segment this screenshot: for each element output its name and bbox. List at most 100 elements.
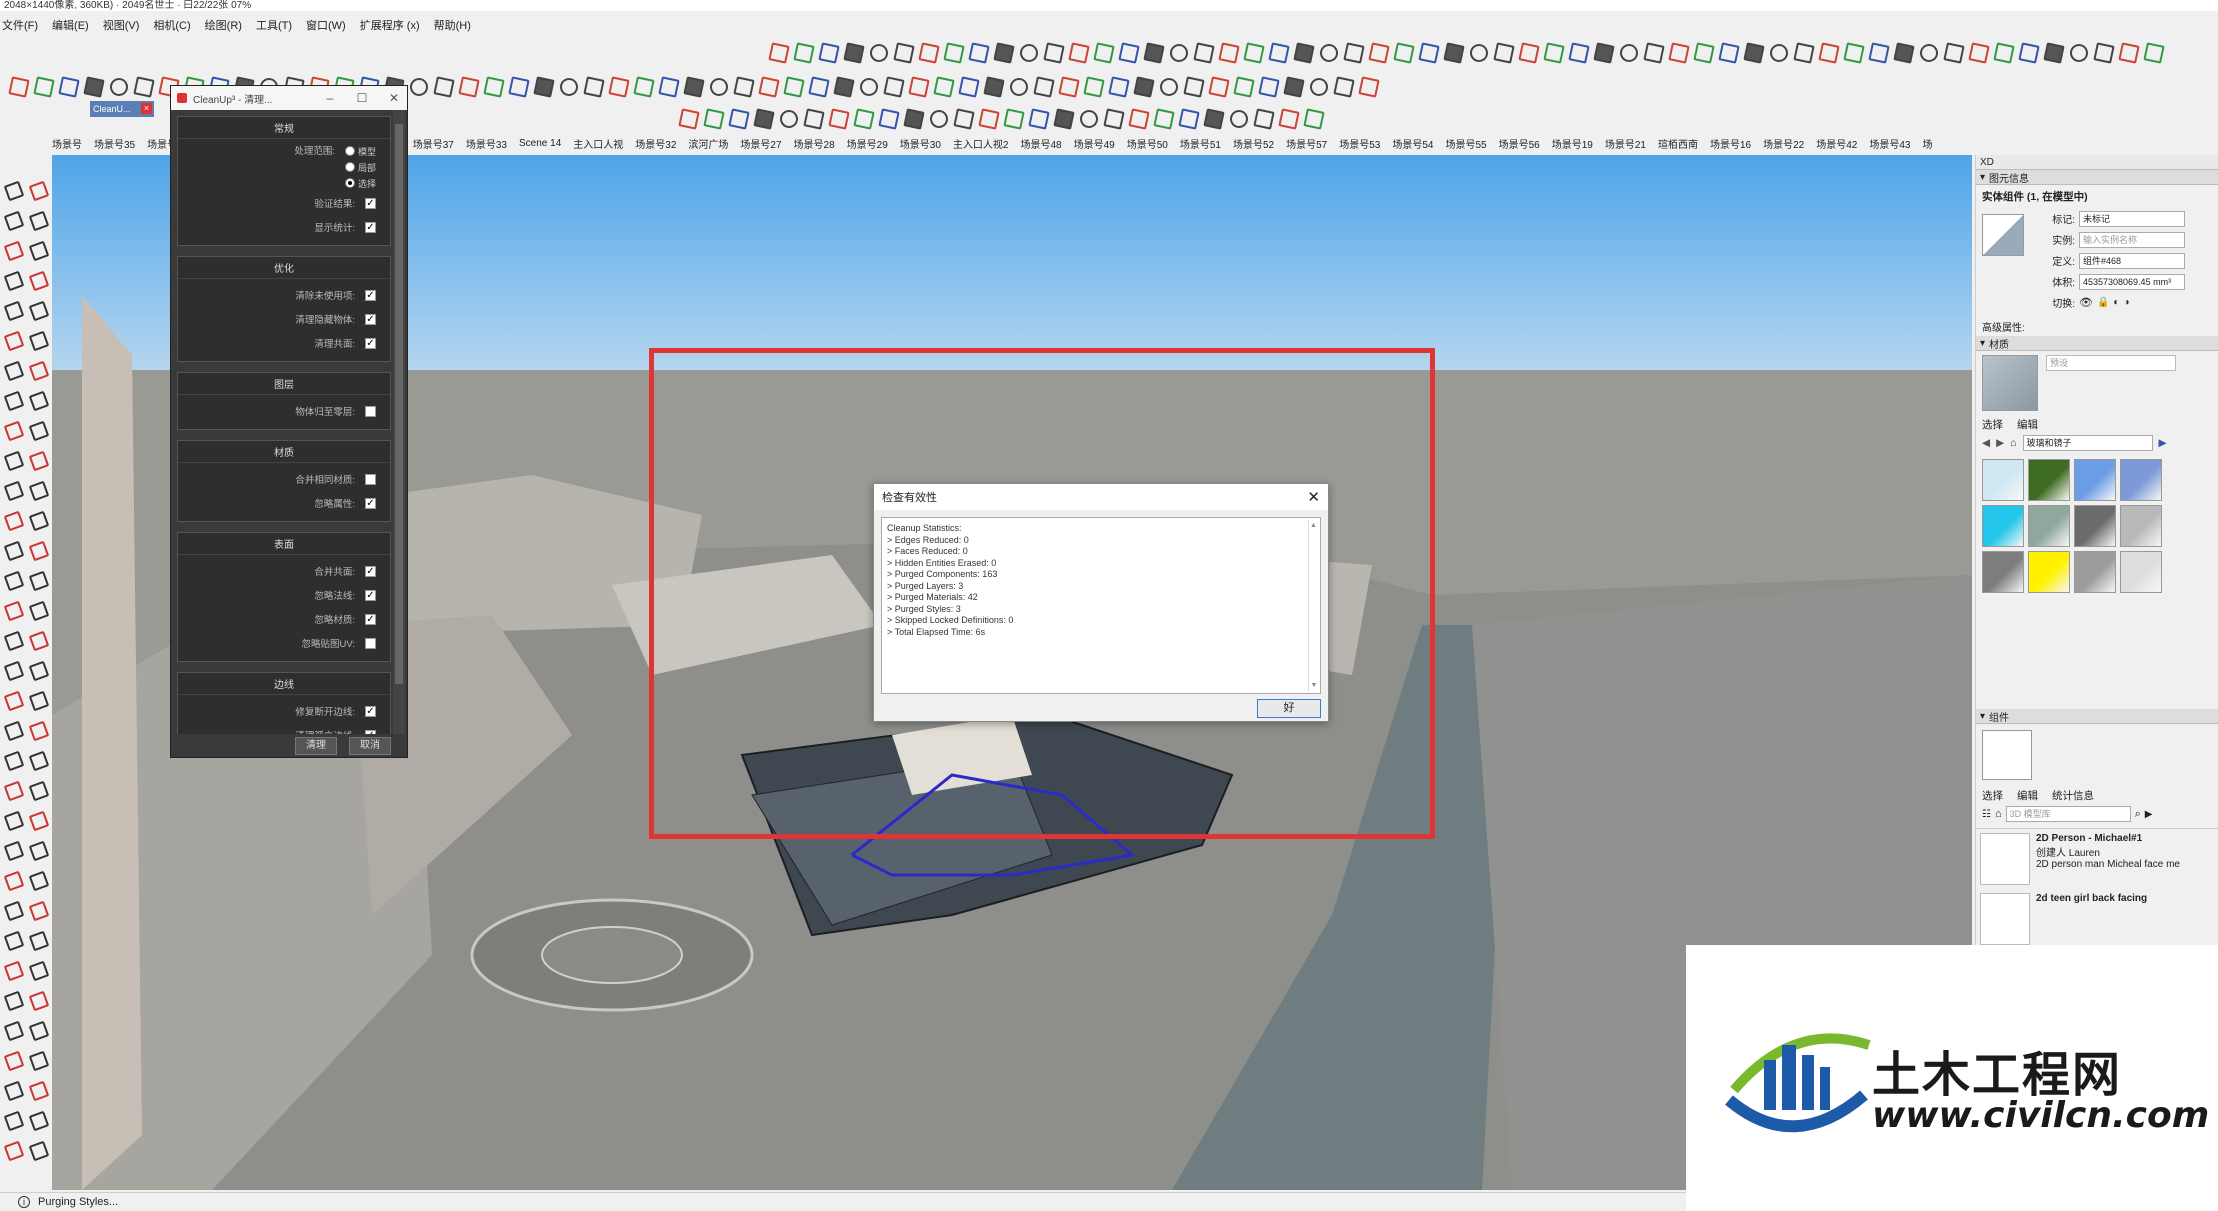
scene-tab[interactable]: 主入口人视 bbox=[573, 136, 623, 151]
radio-dot[interactable] bbox=[344, 178, 355, 188]
toolbar-tool-icon[interactable] bbox=[891, 40, 913, 62]
shadow-icon[interactable]: ◐ bbox=[2113, 297, 2119, 308]
material-library-select[interactable]: 玻璃和镜子 bbox=[2022, 435, 2153, 451]
option-checkbox[interactable]: ✓ bbox=[365, 289, 376, 301]
cancel-button[interactable]: 取消 bbox=[349, 737, 391, 755]
drawing-tool-icon[interactable] bbox=[26, 269, 48, 291]
scene-tab[interactable]: 场景号 bbox=[52, 136, 82, 151]
option-checkbox[interactable] bbox=[365, 405, 376, 417]
toolbar-tool-icon[interactable] bbox=[1241, 40, 1263, 62]
toolbar-tool-icon[interactable] bbox=[1191, 40, 1213, 62]
toolbar-tool-icon[interactable] bbox=[1916, 40, 1938, 62]
toolbar-tool-icon[interactable] bbox=[6, 74, 28, 96]
drawing-tool-icon[interactable] bbox=[1, 749, 23, 771]
toolbar-tool-icon[interactable] bbox=[2041, 40, 2063, 62]
details-icon[interactable]: ▶ bbox=[2159, 437, 2167, 449]
scene-tab[interactable]: 场景号55 bbox=[1445, 136, 1486, 151]
toolbar-tool-icon[interactable] bbox=[2016, 40, 2038, 62]
drawing-tool-icon[interactable] bbox=[1, 299, 23, 321]
toolbar-tool-icon[interactable] bbox=[1741, 40, 1763, 62]
component-item[interactable]: 2d teen girl back facing bbox=[1976, 889, 2218, 949]
toolbar-tool-icon[interactable] bbox=[1101, 106, 1123, 128]
scroll-thumb[interactable] bbox=[395, 124, 403, 684]
material-name-input[interactable]: 预设 bbox=[2046, 355, 2176, 371]
toolbar-tool-icon[interactable] bbox=[1106, 74, 1128, 96]
home-icon[interactable]: ⌂ bbox=[2010, 437, 2016, 449]
drawing-tool-icon[interactable] bbox=[26, 1139, 48, 1161]
scene-tab[interactable]: 场景号50 bbox=[1127, 136, 1168, 151]
scene-tab[interactable]: 场景号27 bbox=[740, 136, 781, 151]
menu-item[interactable]: 绘图(R) bbox=[205, 17, 242, 33]
radio-dot[interactable] bbox=[344, 146, 355, 156]
toolbar-tool-icon[interactable] bbox=[1516, 40, 1538, 62]
toolbar-tool-icon[interactable] bbox=[1231, 74, 1253, 96]
toolbar-tool-icon[interactable] bbox=[131, 74, 153, 96]
drawing-tool-icon[interactable] bbox=[1, 359, 23, 381]
toolbar-tool-icon[interactable] bbox=[981, 74, 1003, 96]
drawing-tool-icon[interactable] bbox=[1, 689, 23, 711]
toolbar-tool-icon[interactable] bbox=[2141, 40, 2163, 62]
toolbar-tool-icon[interactable] bbox=[1366, 40, 1388, 62]
toolbar-tool-icon[interactable] bbox=[1201, 106, 1223, 128]
toolbar-tool-icon[interactable] bbox=[931, 74, 953, 96]
ok-button[interactable]: 好 bbox=[1257, 699, 1321, 718]
toolbar-tool-icon[interactable] bbox=[1891, 40, 1913, 62]
material-swatch[interactable] bbox=[1982, 551, 2024, 593]
toolbar-tool-icon[interactable] bbox=[506, 74, 528, 96]
toolbar-tool-icon[interactable] bbox=[876, 106, 898, 128]
drawing-tool-icon[interactable] bbox=[1, 659, 23, 681]
close-icon[interactable]: ✕ bbox=[381, 91, 407, 105]
drawing-tool-icon[interactable] bbox=[1, 1019, 23, 1041]
material-swatch[interactable] bbox=[2074, 551, 2116, 593]
toolbar-tool-icon[interactable] bbox=[581, 74, 603, 96]
drawing-tool-icon[interactable] bbox=[1, 449, 23, 471]
toolbar-tool-icon[interactable] bbox=[1156, 74, 1178, 96]
toolbar-tool-icon[interactable] bbox=[1491, 40, 1513, 62]
toolbar-tool-icon[interactable] bbox=[866, 40, 888, 62]
minimize-icon[interactable]: – bbox=[317, 91, 343, 105]
info-icon[interactable]: i bbox=[18, 1196, 30, 1208]
toolbar-tool-icon[interactable] bbox=[81, 74, 103, 96]
drawing-tool-icon[interactable] bbox=[26, 689, 48, 711]
toolbar-tool-icon[interactable] bbox=[1331, 74, 1353, 96]
toolbar-tool-icon[interactable] bbox=[1966, 40, 1988, 62]
drawing-tool-icon[interactable] bbox=[1, 569, 23, 591]
drawing-tool-icon[interactable] bbox=[1, 1139, 23, 1161]
toolbar-tool-icon[interactable] bbox=[1251, 106, 1273, 128]
drawing-tool-icon[interactable] bbox=[1, 779, 23, 801]
menu-item[interactable]: 窗口(W) bbox=[306, 17, 346, 33]
drawing-tool-icon[interactable] bbox=[1, 899, 23, 921]
scene-tab[interactable]: 场景号54 bbox=[1392, 136, 1433, 151]
scene-tab[interactable]: 场景号22 bbox=[1763, 136, 1804, 151]
toolbar-tool-icon[interactable] bbox=[2116, 40, 2138, 62]
toolbar-tool-icon[interactable] bbox=[1181, 74, 1203, 96]
scene-tab[interactable]: 场景号35 bbox=[94, 136, 135, 151]
drawing-tool-icon[interactable] bbox=[26, 899, 48, 921]
scene-tab[interactable]: 场景号51 bbox=[1180, 136, 1221, 151]
toolbar-tool-icon[interactable] bbox=[606, 74, 628, 96]
advanced-attributes-label[interactable]: 高级属性: bbox=[1976, 313, 2218, 336]
material-swatch[interactable] bbox=[1982, 459, 2024, 501]
scene-tab[interactable]: 场景号30 bbox=[900, 136, 941, 151]
toolbar-tool-icon[interactable] bbox=[956, 74, 978, 96]
toolbar-tool-icon[interactable] bbox=[1141, 40, 1163, 62]
scene-tab[interactable]: 场景号21 bbox=[1605, 136, 1646, 151]
toolbar-tool-icon[interactable] bbox=[1091, 40, 1113, 62]
view-options-icon[interactable]: ☷ bbox=[1982, 809, 1991, 820]
option-checkbox[interactable]: ✓ bbox=[365, 565, 376, 577]
toolbar-tool-icon[interactable] bbox=[1276, 106, 1298, 128]
toolbar-tool-icon[interactable] bbox=[1006, 74, 1028, 96]
forward-icon[interactable]: ▶ bbox=[1996, 437, 2004, 449]
drawing-tool-icon[interactable] bbox=[26, 389, 48, 411]
toolbar-tool-icon[interactable] bbox=[1051, 106, 1073, 128]
toolbar-tool-icon[interactable] bbox=[856, 74, 878, 96]
toolbar-tool-icon[interactable] bbox=[2066, 40, 2088, 62]
scene-tab[interactable]: 场景号32 bbox=[635, 136, 676, 151]
toolbar-tool-icon[interactable] bbox=[631, 74, 653, 96]
scene-tab[interactable]: 场景号43 bbox=[1869, 136, 1910, 151]
scene-tab[interactable]: 场景号53 bbox=[1339, 136, 1380, 151]
drawing-tool-icon[interactable] bbox=[26, 719, 48, 741]
option-checkbox[interactable]: ✓ bbox=[365, 337, 376, 349]
toolbar-tool-icon[interactable] bbox=[826, 106, 848, 128]
drawing-tool-icon[interactable] bbox=[1, 539, 23, 561]
